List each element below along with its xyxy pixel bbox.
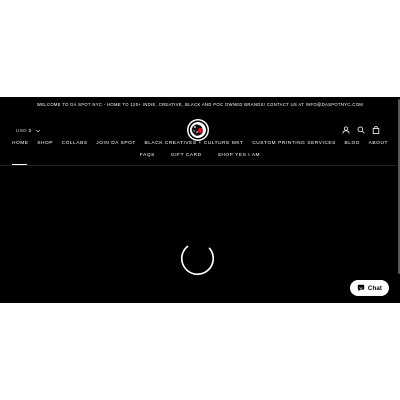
- site-frame: WELCOME TO DA SPOT NYC - HOME TO 120+ IN…: [0, 97, 400, 303]
- search-icon[interactable]: [357, 126, 365, 134]
- loading-spinner-icon: [180, 241, 215, 276]
- nav-item-shop[interactable]: SHOP: [37, 141, 53, 146]
- chat-bubble-icon: [357, 284, 365, 292]
- scrollbar-thumb[interactable]: [397, 99, 400, 274]
- nav-item-about[interactable]: ABOUT: [369, 141, 388, 146]
- header-divider: [0, 165, 400, 166]
- chevron-down-icon: [35, 129, 40, 133]
- site-logo[interactable]: [186, 118, 210, 142]
- header-icons: [342, 126, 380, 134]
- account-icon[interactable]: [342, 126, 350, 134]
- nav-item-custom-printing-services[interactable]: CUSTOM PRINTING SERVICES: [252, 141, 336, 146]
- nav-item-join-da-spot[interactable]: JOIN DA SPOT: [96, 141, 136, 146]
- currency-label: USD $: [16, 128, 32, 134]
- chat-label: Chat: [367, 284, 383, 292]
- chat-button[interactable]: Chat: [350, 280, 389, 296]
- nav-item-gift-card[interactable]: GIFT CARD: [171, 153, 202, 158]
- nav-item-black-creatives-culture-mkt[interactable]: BLACK CREATIVES + CULTURE MKT: [145, 141, 244, 146]
- nav-item-blog[interactable]: BLOG: [345, 141, 361, 146]
- primary-nav: HOME SHOP COLLABS JOIN DA SPOT BLACK CRE…: [12, 141, 388, 146]
- announcement-bar: WELCOME TO DA SPOT NYC - HOME TO 120+ IN…: [0, 97, 400, 111]
- announcement-text: WELCOME TO DA SPOT NYC - HOME TO 120+ IN…: [36, 101, 364, 107]
- nav-item-home[interactable]: HOME: [12, 141, 29, 146]
- cart-icon[interactable]: [372, 126, 380, 134]
- nav-item-collabs[interactable]: COLLABS: [62, 141, 88, 146]
- nav-item-faqs[interactable]: FAQS: [140, 153, 155, 158]
- secondary-nav: FAQS GIFT CARD SHOP YES I AM: [0, 153, 400, 158]
- currency-selector[interactable]: USD $: [16, 128, 41, 134]
- nav-item-shop-yes-i-am[interactable]: SHOP YES I AM: [218, 153, 260, 158]
